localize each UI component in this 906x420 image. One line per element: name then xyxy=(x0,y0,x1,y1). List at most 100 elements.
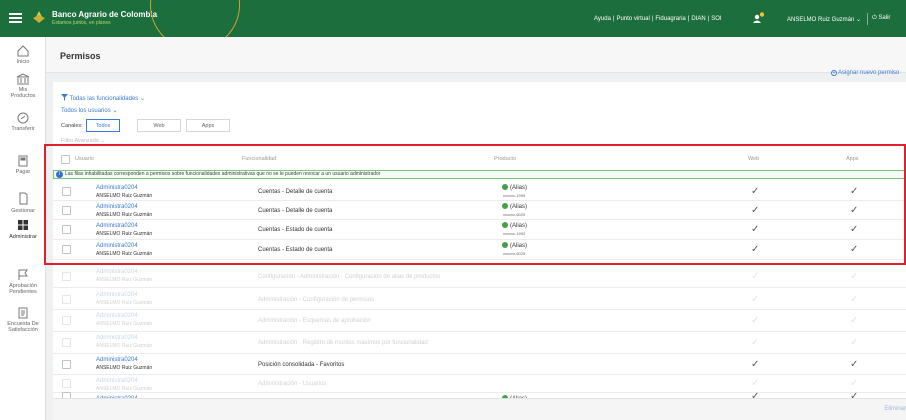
sidebar-item-label: Inicio xyxy=(16,59,30,65)
functionality-name: Configuración - Administración - Configu… xyxy=(258,274,441,280)
delete-button[interactable]: Eliminar xyxy=(884,406,906,412)
user-link[interactable]: Administra0204 xyxy=(96,223,138,229)
sidebar-item-label: Administrar xyxy=(9,234,37,240)
column-header-funcionalidad[interactable]: Funcionalidad xyxy=(242,156,276,162)
link-soi[interactable]: SOI xyxy=(711,16,721,22)
link-separator: | xyxy=(612,16,615,22)
row-checkbox xyxy=(62,295,71,304)
advanced-filter-label[interactable]: Filtro Avanzado ⌄ xyxy=(61,138,105,144)
user-full-name: ANSELMO Ruiz Guzmán xyxy=(96,277,153,283)
row-checkbox[interactable] xyxy=(62,206,71,215)
table-row[interactable]: Administra0204 ANSELMO Ruiz Guzmán Cuentas… xyxy=(53,182,906,201)
product-account: xxxxxx-6025 xyxy=(503,212,526,217)
row-checkbox[interactable] xyxy=(62,245,71,254)
link-dian[interactable]: DIAN xyxy=(691,16,705,22)
channel-todos-tab[interactable]: Todos xyxy=(86,119,120,132)
product-alias: (Alias) xyxy=(502,242,527,249)
row-checkbox[interactable] xyxy=(62,187,71,196)
functionality-name: Posición consolidada - Favoritos xyxy=(258,362,345,368)
channel-web-tab[interactable]: Web xyxy=(137,119,181,132)
user-full-name: ANSELMO Ruiz Guzmán xyxy=(96,321,153,327)
sidebar-item-administrar[interactable]: Administrar xyxy=(0,220,46,240)
sidebar: Inicio Mis Productos Transferir Pagar Ge… xyxy=(0,37,46,420)
functionality-name: Cuentas - Detalle de cuenta xyxy=(258,208,333,214)
column-header-web[interactable]: Web xyxy=(748,156,759,162)
link-separator: | xyxy=(651,16,654,22)
web-check-icon[interactable]: ✓ xyxy=(751,224,759,235)
assign-permission-link[interactable]: + Asignar nuevo permiso xyxy=(831,70,899,76)
apps-check-icon: ✓ xyxy=(850,294,859,305)
channel-apps-tab[interactable]: Apps xyxy=(186,119,230,132)
sidebar-item-aprobacion-pendientes[interactable]: Aprobación Pendientes xyxy=(0,269,46,295)
product-alias-text: (Alias) xyxy=(510,185,528,191)
row-checkbox xyxy=(62,379,71,388)
row-checkbox[interactable] xyxy=(62,360,71,369)
footer-bar: Eliminar xyxy=(53,398,906,420)
table-row[interactable]: Administra0204 ANSELMO Ruiz Guzmán Cuentas… xyxy=(53,240,906,260)
bank-logo-icon[interactable] xyxy=(31,9,47,25)
apps-check-icon[interactable]: ✓ xyxy=(850,359,858,370)
sidebar-item-encuesta[interactable]: Encuesta De Satisfacción xyxy=(0,307,46,333)
row-checkbox[interactable] xyxy=(62,225,71,234)
user-link: Administra0204 xyxy=(96,269,138,275)
product-alias-text: (Alias) xyxy=(510,243,528,249)
product-alias: (Alias) xyxy=(502,222,527,229)
sidebar-item-label: Mis Productos xyxy=(10,87,36,99)
functionality-filter[interactable]: Todas las funcionalidades ⌄ xyxy=(61,94,145,102)
product-alias: (Alias) xyxy=(502,203,527,210)
table-row[interactable]: Administra0204 ANSELMO Ruiz Guzmán Posició… xyxy=(53,354,906,375)
sidebar-item-label: Pagar xyxy=(15,169,31,175)
column-header-apps[interactable]: Apps xyxy=(846,156,859,162)
link-fiduagraria[interactable]: Fiduagraria xyxy=(655,16,685,22)
web-check-icon[interactable]: ✓ xyxy=(751,186,759,197)
apps-check-icon[interactable]: ✓ xyxy=(850,244,858,255)
flag-icon xyxy=(18,269,28,280)
sidebar-item-mis-productos[interactable]: Mis Productos xyxy=(0,73,46,99)
user-full-name: ANSELMO Ruiz Guzmán xyxy=(96,343,153,349)
column-header-usuario[interactable]: Usuario xyxy=(75,156,94,162)
sidebar-item-inicio[interactable]: Inicio xyxy=(0,45,46,65)
plus-circle-icon: + xyxy=(831,70,837,76)
hamburger-menu-icon[interactable] xyxy=(9,13,22,23)
user-menu[interactable]: ANSELMO Ruiz Guzmán ⌄ xyxy=(787,16,861,23)
web-check-icon[interactable]: ✓ xyxy=(751,205,759,216)
sidebar-item-gestionar[interactable]: Gestionar xyxy=(0,192,46,214)
sidebar-item-label: Gestionar xyxy=(11,208,35,214)
logout-label: Salir xyxy=(878,15,891,21)
survey-icon xyxy=(18,307,28,319)
web-check-icon[interactable]: ✓ xyxy=(751,244,759,255)
user-link[interactable]: Administra0204 xyxy=(96,204,138,210)
link-punto-virtual[interactable]: Punto virtual xyxy=(616,16,649,22)
web-check-icon[interactable]: ✓ xyxy=(751,359,759,370)
sidebar-item-label: Encuesta De Satisfacción xyxy=(7,321,39,333)
web-check-icon: ✓ xyxy=(751,271,760,282)
apps-check-icon: ✓ xyxy=(850,378,859,389)
apps-check-icon[interactable]: ✓ xyxy=(850,205,858,216)
status-dot-icon xyxy=(502,222,508,228)
row-checkbox xyxy=(62,316,71,325)
divider xyxy=(867,13,868,25)
user-link[interactable]: Administra0204 xyxy=(96,185,138,191)
sidebar-item-pagar[interactable]: Pagar xyxy=(0,155,46,175)
link-separator: | xyxy=(687,16,690,22)
table-row[interactable]: Administra0204 ANSELMO Ruiz Guzmán Cuentas… xyxy=(53,220,906,240)
functionality-name: Cuentas - Estado de cuenta xyxy=(258,247,333,253)
user-notification-icon[interactable] xyxy=(752,12,764,24)
row-checkbox xyxy=(62,338,71,347)
sidebar-item-transferir[interactable]: Transferir xyxy=(0,112,46,132)
user-link[interactable]: Administra0204 xyxy=(96,243,138,249)
product-account: xxxxxx-1992 xyxy=(503,231,526,236)
column-header-producto[interactable]: Producto xyxy=(494,156,516,162)
select-all-checkbox[interactable] xyxy=(61,155,70,164)
user-full-name: ANSELMO Ruiz Guzmán xyxy=(96,251,153,257)
user-link[interactable]: Administra0204 xyxy=(96,357,138,363)
user-link: Administra0204 xyxy=(96,292,138,298)
table-row: Administra0204 ANSELMO Ruiz Guzmán Adminis… xyxy=(53,289,906,310)
logout-button[interactable]: ⏻ Salir xyxy=(872,15,890,22)
link-ayuda[interactable]: Ayuda xyxy=(594,16,611,22)
users-filter[interactable]: Todos los usuarios ⌄ xyxy=(61,107,117,114)
grid-icon xyxy=(18,220,28,230)
table-row[interactable]: Administra0204 ANSELMO Ruiz Guzmán Cuentas… xyxy=(53,201,906,220)
apps-check-icon[interactable]: ✓ xyxy=(850,186,858,197)
apps-check-icon[interactable]: ✓ xyxy=(850,224,858,235)
